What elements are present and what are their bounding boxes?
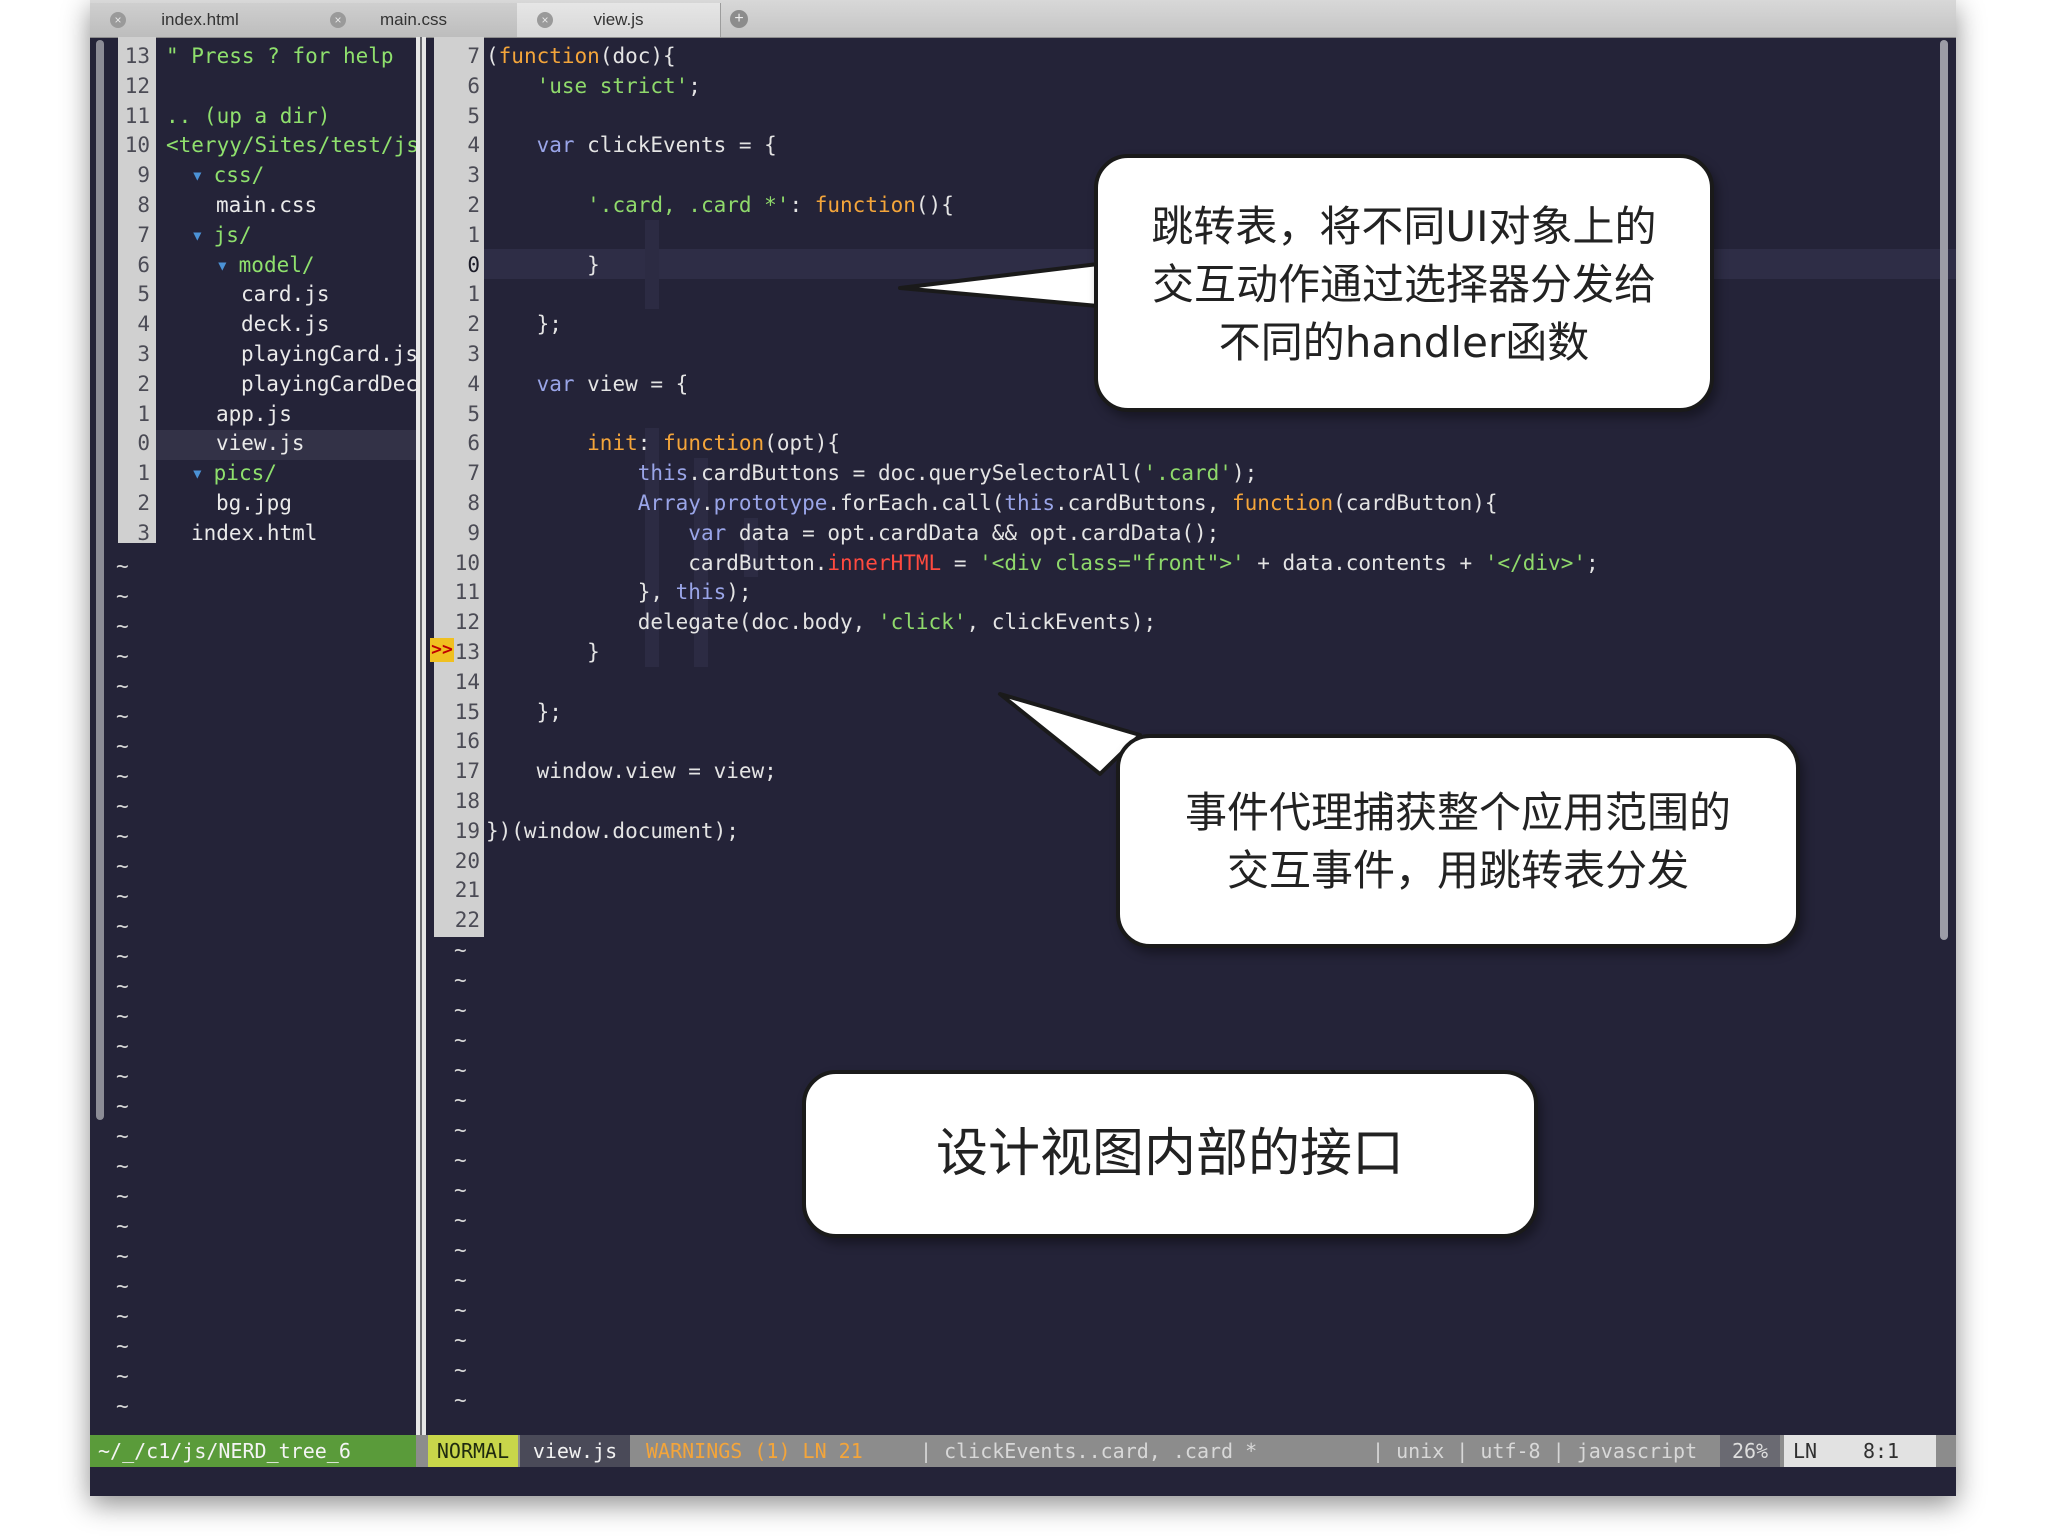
callout-delegation: 事件代理捕获整个应用范围的 交互事件，用跳转表分发 [1116,734,1800,948]
callout-pointer-jump [898,262,1100,308]
callout-line: 交互事件，用跳转表分发 [1226,846,1689,895]
callout-line: 不同的handler函数 [1218,318,1590,367]
callout-jump-table: 跳转表，将不同UI对象上的 交互动作通过选择器分发给 不同的handler函数 [1094,154,1714,412]
callout-line: 交互动作通过选择器分发给 [1151,260,1656,309]
callout-line: 跳转表，将不同UI对象上的 [1151,202,1657,251]
callout-interface: 设计视图内部的接口 [802,1070,1538,1238]
callout-line: 事件代理捕获整个应用范围的 [1184,788,1731,837]
callout-line: 设计视图内部的接口 [935,1124,1404,1184]
